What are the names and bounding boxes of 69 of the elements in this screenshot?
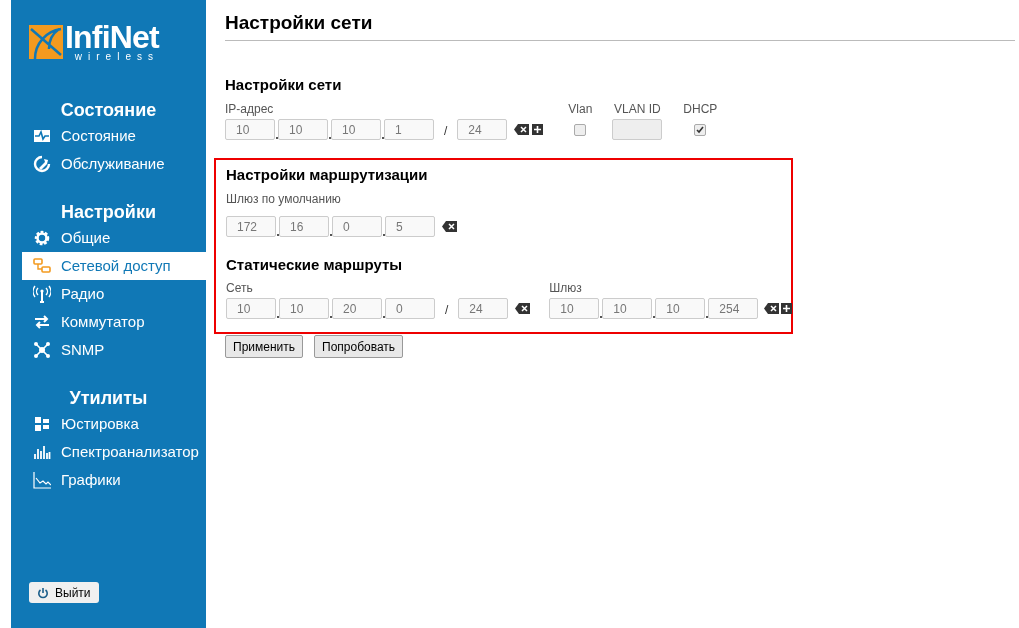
menu-heading: Состояние [59, 99, 158, 122]
gateway-octet-field[interactable]: 0 [332, 216, 382, 237]
antenna-icon [33, 285, 51, 303]
logo-icon [29, 25, 63, 59]
checkbox[interactable] [574, 124, 587, 136]
line-graph-icon [33, 471, 51, 489]
backspace-icon[interactable] [514, 124, 530, 135]
gateway-octet-field[interactable]: 10 [602, 298, 653, 319]
connected-boxes-icon [33, 257, 51, 275]
gateway-octet-field[interactable]: 254 [708, 298, 759, 319]
ip-octet-field[interactable]: 10 [278, 119, 328, 140]
alignment-blocks-icon [33, 415, 51, 433]
field-label: IP-адрес [225, 102, 275, 116]
ip-octet-field[interactable]: 1 [384, 119, 434, 140]
pulse-icon [33, 127, 51, 145]
network-octet-field[interactable]: 20 [332, 298, 382, 319]
section-title: Настройки сети [225, 75, 343, 95]
backspace-icon[interactable] [442, 221, 457, 232]
network-octet-field[interactable]: 0 [385, 298, 435, 319]
gateway-octet-field[interactable]: 16 [279, 216, 329, 237]
backspace-icon[interactable] [515, 303, 531, 314]
menu-item[interactable]: Юстировка [22, 410, 206, 438]
gateway-octet-field[interactable]: 5 [385, 216, 435, 237]
field-label: Шлюз по умолчанию [226, 192, 342, 206]
menu-item[interactable]: SNMP [22, 336, 206, 364]
menu-item[interactable]: Сетевой доступ [22, 252, 206, 280]
mask-field[interactable]: 24 [458, 298, 509, 319]
bar-chart-icon [33, 443, 51, 461]
checkbox[interactable] [694, 124, 707, 136]
form-button[interactable]: Попробовать [314, 335, 404, 358]
menu-heading: Утилиты [68, 387, 149, 410]
menu-item[interactable]: Обслуживание [22, 150, 206, 178]
gear-icon [33, 229, 51, 247]
field-label: Шлюз [549, 281, 583, 295]
backspace-icon[interactable] [764, 303, 780, 314]
form-button[interactable]: Применить [225, 335, 303, 358]
separator-slash: / [444, 122, 448, 140]
field-label: VLAN ID [614, 102, 661, 116]
logo-wordmark: InfiNet [65, 22, 159, 52]
network-nodes-icon [33, 341, 51, 359]
power-icon [37, 586, 49, 599]
menu-item[interactable]: Радио [22, 280, 206, 308]
ip-octet-field[interactable]: 10 [225, 119, 275, 140]
swap-arrows-icon [33, 313, 51, 331]
gateway-octet-field[interactable]: 172 [226, 216, 276, 237]
menu-item[interactable]: Общие [22, 224, 206, 252]
menu-item[interactable]: Спектроанализатор [22, 438, 206, 466]
gateway-octet-field[interactable]: 10 [655, 298, 706, 319]
plus-icon[interactable] [781, 303, 793, 314]
field-label: DHCP [683, 102, 718, 116]
logout-button[interactable]: Выйти [29, 582, 99, 603]
network-octet-field[interactable]: 10 [279, 298, 329, 319]
menu-item[interactable]: Коммутатор [22, 308, 206, 336]
menu-heading: Настройки [60, 201, 157, 224]
separator-slash: / [445, 301, 449, 319]
logo-tagline: wireless [73, 52, 159, 62]
ip-octet-field[interactable]: 10 [331, 119, 381, 140]
field-label: Vlan [568, 102, 593, 116]
network-octet-field[interactable]: 10 [226, 298, 276, 319]
menu-item[interactable]: Состояние [22, 122, 206, 150]
section-title: Статические маршруты [226, 255, 404, 275]
page-title: Настройки сети [225, 11, 374, 35]
vlan-id-field[interactable] [612, 119, 663, 140]
section-title: Настройки маршрутизации [226, 165, 429, 185]
mask-field[interactable]: 24 [457, 119, 508, 140]
field-label: Сеть [226, 281, 254, 295]
gateway-octet-field[interactable]: 10 [549, 298, 600, 319]
plus-icon[interactable] [532, 124, 544, 135]
menu-item[interactable]: Графики [22, 466, 206, 494]
